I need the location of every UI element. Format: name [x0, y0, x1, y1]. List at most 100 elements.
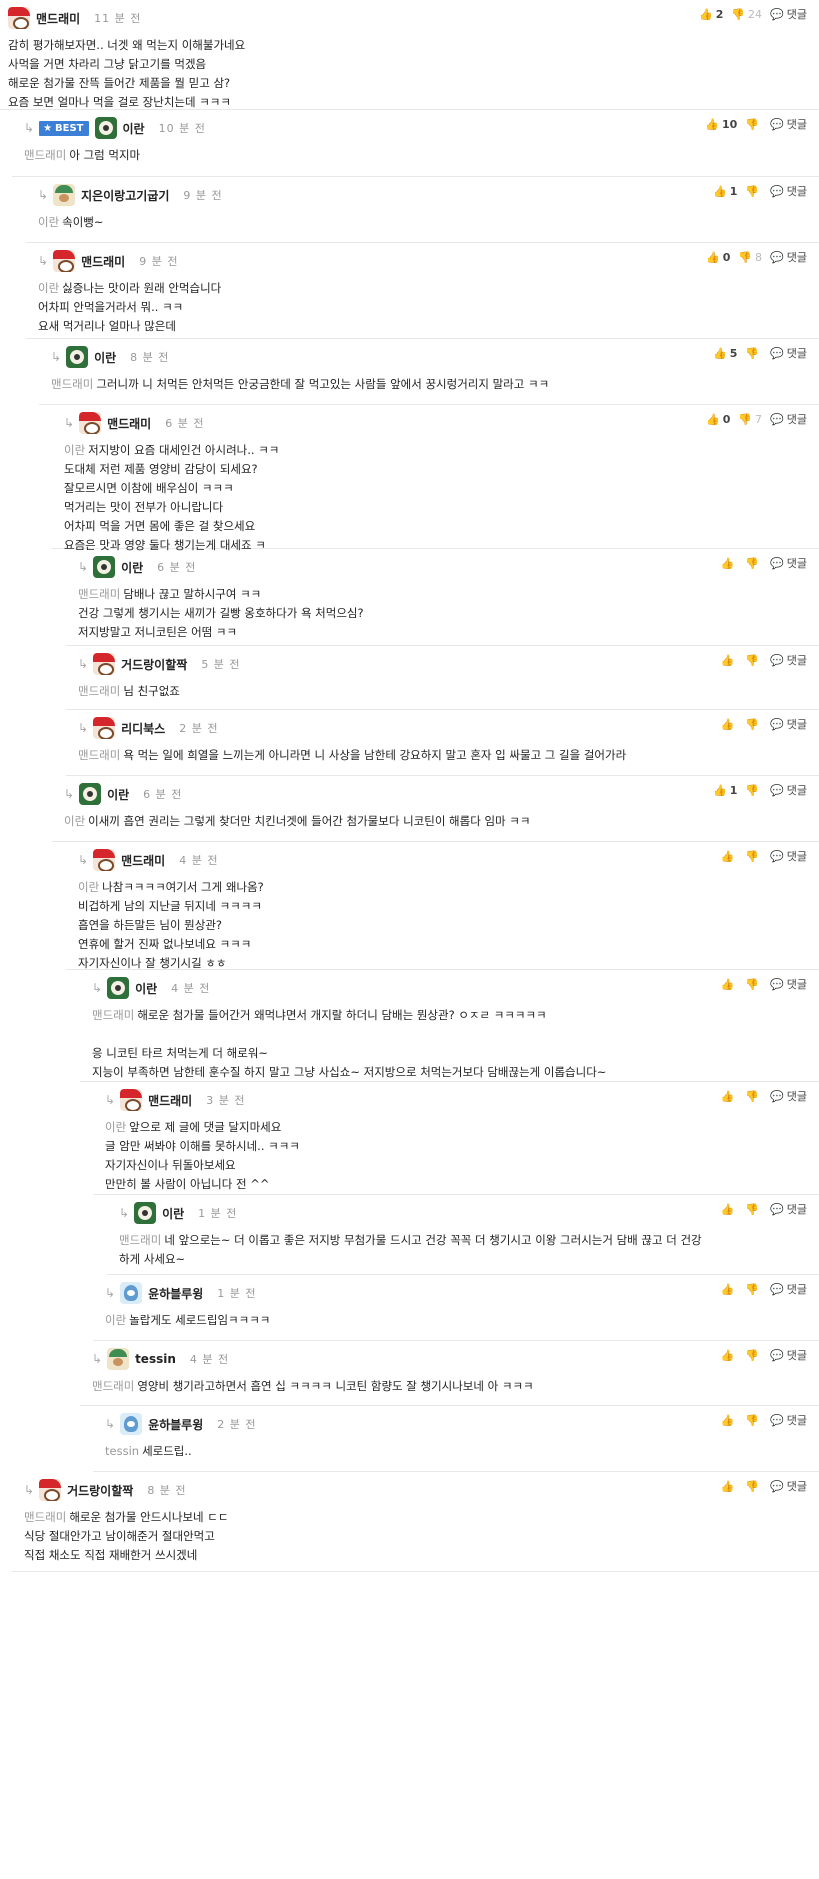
- dislike-button[interactable]: 👎: [745, 654, 762, 667]
- reply-target-mention[interactable]: 맨드래미: [92, 1379, 134, 1393]
- author-nickname[interactable]: 이란: [123, 120, 145, 137]
- like-button[interactable]: 👍 0: [706, 251, 730, 264]
- reply-button[interactable]: 💬 댓글: [770, 848, 807, 864]
- dislike-button[interactable]: 👎: [745, 978, 762, 991]
- reply-button[interactable]: 💬 댓글: [770, 555, 807, 571]
- like-button[interactable]: 👍: [721, 654, 738, 667]
- author-nickname[interactable]: 지은이랑고기굽기: [81, 187, 169, 204]
- reply-target-mention[interactable]: 이란: [105, 1120, 126, 1134]
- reply-button[interactable]: 💬 댓글: [770, 249, 807, 265]
- reply-target-mention[interactable]: 맨드래미: [119, 1233, 161, 1247]
- author-nickname[interactable]: 이란: [94, 349, 116, 366]
- like-button[interactable]: 👍: [721, 1203, 738, 1216]
- avatar[interactable]: [93, 556, 116, 578]
- reply-button[interactable]: 💬 댓글: [770, 1201, 807, 1217]
- author-nickname[interactable]: 윤하블루윙: [148, 1416, 203, 1433]
- like-button[interactable]: 👍: [721, 1480, 738, 1493]
- dislike-button[interactable]: 👎: [745, 850, 762, 863]
- dislike-button[interactable]: 👎: [745, 347, 762, 360]
- like-button[interactable]: 👍 5: [713, 347, 737, 360]
- reply-target-mention[interactable]: 이란: [38, 215, 59, 229]
- reply-target-mention[interactable]: 맨드래미: [24, 1510, 66, 1524]
- dislike-button[interactable]: 👎: [745, 1090, 762, 1103]
- reply-target-mention[interactable]: 맨드래미: [92, 1008, 134, 1022]
- reply-target-mention[interactable]: 맨드래미: [51, 377, 93, 391]
- reply-target-mention[interactable]: 이란: [64, 443, 85, 457]
- author-nickname[interactable]: 거드랑이할짝: [67, 1482, 133, 1499]
- dislike-button[interactable]: 👎: [745, 1414, 762, 1427]
- dislike-button[interactable]: 👎: [745, 1283, 762, 1296]
- avatar[interactable]: [120, 1089, 143, 1111]
- reply-target-mention[interactable]: 이란: [105, 1313, 126, 1327]
- reply-button[interactable]: 💬 댓글: [770, 716, 807, 732]
- reply-target-mention[interactable]: 이란: [78, 880, 99, 894]
- dislike-button[interactable]: 👎: [745, 185, 762, 198]
- like-button[interactable]: 👍 0: [706, 413, 730, 426]
- reply-target-mention[interactable]: 맨드래미: [78, 748, 120, 762]
- author-nickname[interactable]: 이란: [107, 786, 129, 803]
- dislike-button[interactable]: 👎: [745, 118, 762, 131]
- avatar[interactable]: [66, 346, 89, 368]
- reply-button[interactable]: 💬 댓글: [770, 976, 807, 992]
- reply-button[interactable]: 💬 댓글: [770, 411, 807, 427]
- author-nickname[interactable]: 맨드래미: [121, 852, 165, 869]
- like-button[interactable]: 👍: [721, 978, 738, 991]
- avatar[interactable]: [93, 653, 116, 675]
- avatar[interactable]: [94, 117, 117, 139]
- author-nickname[interactable]: 이란: [162, 1205, 184, 1222]
- like-button[interactable]: 👍: [721, 1414, 738, 1427]
- like-button[interactable]: 👍: [721, 1349, 738, 1362]
- reply-target-mention[interactable]: 맨드래미: [24, 148, 66, 162]
- reply-button[interactable]: 💬 댓글: [770, 345, 807, 361]
- reply-button[interactable]: 💬 댓글: [770, 183, 807, 199]
- reply-target-mention[interactable]: 맨드래미: [78, 587, 120, 601]
- dislike-button[interactable]: 👎 7: [738, 413, 762, 426]
- author-nickname[interactable]: 윤하블루윙: [148, 1285, 203, 1302]
- like-button[interactable]: 👍: [721, 557, 738, 570]
- reply-button[interactable]: 💬 댓글: [770, 116, 807, 132]
- reply-target-mention[interactable]: tessin: [105, 1444, 139, 1458]
- reply-button[interactable]: 💬 댓글: [770, 652, 807, 668]
- avatar[interactable]: [8, 7, 30, 29]
- like-button[interactable]: 👍: [721, 1283, 738, 1296]
- dislike-button[interactable]: 👎: [745, 557, 762, 570]
- avatar[interactable]: [120, 1413, 143, 1435]
- author-nickname[interactable]: tessin: [135, 1352, 176, 1366]
- avatar[interactable]: [134, 1202, 157, 1224]
- author-nickname[interactable]: 리디북스: [121, 720, 165, 737]
- reply-button[interactable]: 💬 댓글: [770, 1412, 807, 1428]
- author-nickname[interactable]: 맨드래미: [148, 1092, 192, 1109]
- like-button[interactable]: 👍 10: [705, 118, 737, 131]
- reply-target-mention[interactable]: 맨드래미: [78, 684, 120, 698]
- author-nickname[interactable]: 거드랑이할짝: [121, 656, 187, 673]
- dislike-button[interactable]: 👎: [745, 1349, 762, 1362]
- like-button[interactable]: 👍 1: [713, 185, 737, 198]
- avatar[interactable]: [79, 412, 102, 434]
- dislike-button[interactable]: 👎: [745, 784, 762, 797]
- dislike-button[interactable]: 👎 24: [731, 8, 762, 21]
- avatar[interactable]: [53, 184, 76, 206]
- avatar[interactable]: [93, 717, 116, 739]
- reply-button[interactable]: 💬 댓글: [770, 1281, 807, 1297]
- like-button[interactable]: 👍: [721, 850, 738, 863]
- like-button[interactable]: 👍: [721, 718, 738, 731]
- reply-target-mention[interactable]: 이란: [64, 814, 85, 828]
- author-nickname[interactable]: 맨드래미: [36, 10, 80, 27]
- dislike-button[interactable]: 👎 8: [738, 251, 762, 264]
- avatar[interactable]: [107, 977, 130, 999]
- dislike-button[interactable]: 👎: [745, 1203, 762, 1216]
- avatar[interactable]: [120, 1282, 143, 1304]
- author-nickname[interactable]: 이란: [121, 559, 143, 576]
- reply-button[interactable]: 💬 댓글: [770, 782, 807, 798]
- avatar[interactable]: [39, 1479, 62, 1501]
- like-button[interactable]: 👍 2: [699, 8, 723, 21]
- like-button[interactable]: 👍 1: [713, 784, 737, 797]
- author-nickname[interactable]: 맨드래미: [81, 253, 125, 270]
- dislike-button[interactable]: 👎: [745, 1480, 762, 1493]
- reply-button[interactable]: 💬 댓글: [770, 1478, 807, 1494]
- reply-button[interactable]: 💬 댓글: [770, 1088, 807, 1104]
- author-nickname[interactable]: 이란: [135, 980, 157, 997]
- avatar[interactable]: [93, 849, 116, 871]
- avatar[interactable]: [107, 1348, 130, 1370]
- like-button[interactable]: 👍: [721, 1090, 738, 1103]
